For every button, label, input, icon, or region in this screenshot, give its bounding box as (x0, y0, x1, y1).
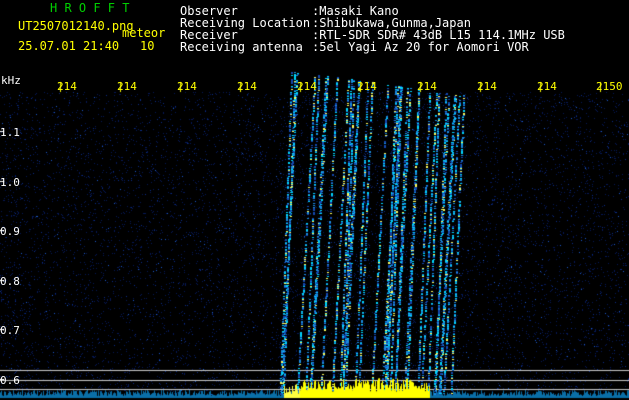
app-title: H R O F F T (50, 1, 130, 15)
x-tick-label: 214 (417, 80, 437, 93)
x-tick-label: 214 (297, 80, 317, 93)
y-tick-label: 1.1 (0, 126, 20, 139)
y-axis-unit: kHz (1, 74, 21, 87)
x-tick-label: 214 (537, 80, 557, 93)
y-tick-label: 1.0 (0, 176, 20, 189)
antenna-label: Receiving antenna (180, 40, 303, 54)
hrofft-screen: H R O F F T UT2507012140.png meteor 25.0… (0, 0, 629, 400)
x-tick-label: 214 (477, 80, 497, 93)
antenna-value: :5el Yagi Az 20 for Aomori VOR (312, 40, 529, 54)
x-tick-label: 214 (177, 80, 197, 93)
y-tick-label: 0.9 (0, 225, 20, 238)
x-tick-label: 214 (357, 80, 377, 93)
timestamp: 25.07.01 21:40 (18, 39, 120, 53)
image-filename: UT2507012140.png (18, 19, 134, 33)
y-tick-label: 0.6 (0, 374, 20, 387)
x-tick-label: 214 (57, 80, 77, 93)
x-tick-label: 2150 (596, 80, 623, 93)
spectrogram-canvas (0, 0, 629, 400)
y-tick-label: 0.8 (0, 275, 20, 288)
x-tick-label: 214 (117, 80, 137, 93)
count-value: 10 (140, 39, 155, 53)
y-tick-label: 0.7 (0, 324, 20, 337)
x-tick-label: 214 (237, 80, 257, 93)
